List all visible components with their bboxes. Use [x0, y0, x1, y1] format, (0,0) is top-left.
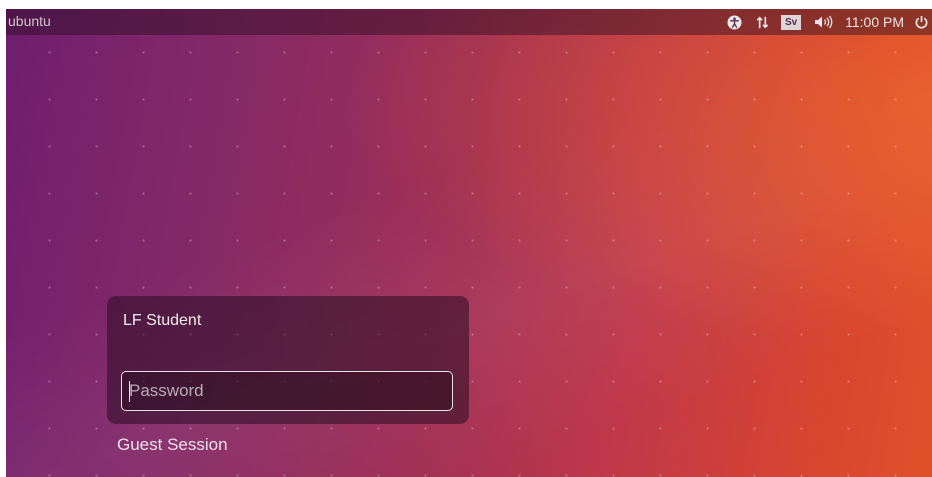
- user-name[interactable]: LF Student: [123, 312, 201, 330]
- login-card: LF Student: [107, 296, 469, 424]
- guest-session-option[interactable]: Guest Session: [117, 435, 228, 455]
- text-cursor: [129, 381, 130, 402]
- system-tray: Sv 11:00 PM: [723, 9, 932, 35]
- accessibility-icon[interactable]: [723, 14, 745, 30]
- password-field[interactable]: [121, 371, 453, 411]
- top-panel: ubuntu Sv 11:00 PM: [6, 9, 932, 35]
- keyboard-layout-icon[interactable]: Sv: [781, 14, 802, 30]
- network-icon[interactable]: [751, 15, 773, 30]
- password-input[interactable]: [122, 372, 452, 410]
- volume-icon[interactable]: [813, 15, 835, 29]
- clock[interactable]: 11:00 PM: [845, 14, 904, 30]
- hostname-label: ubuntu: [8, 13, 51, 29]
- power-icon[interactable]: [912, 15, 930, 30]
- greeter-screen: ubuntu Sv 11:00 PM LF Student Guest Sess…: [6, 9, 932, 477]
